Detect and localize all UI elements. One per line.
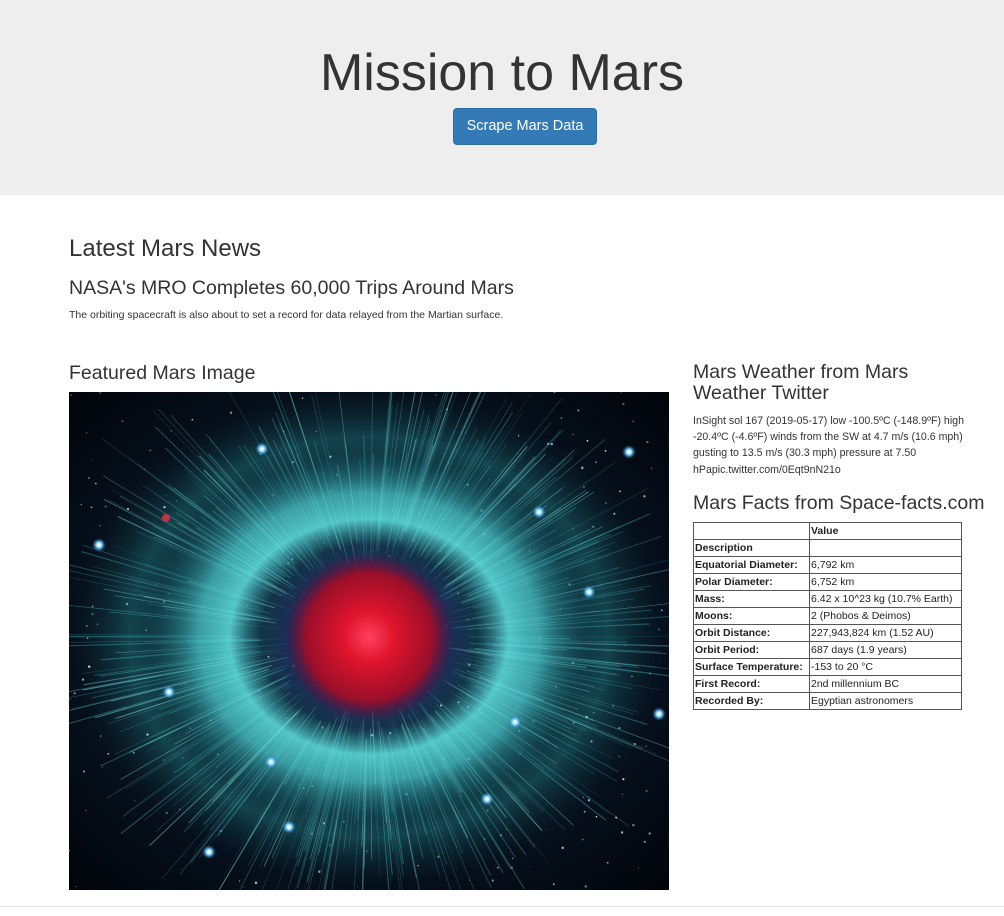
- featured-image[interactable]: [69, 392, 669, 890]
- column-header-value: Value: [809, 522, 962, 540]
- news-title: NASA's MRO Completes 60,000 Trips Around…: [69, 277, 514, 299]
- fact-label: Orbit Period:: [693, 641, 810, 659]
- table-row: Orbit Period: 687 days (1.9 years): [693, 641, 962, 659]
- helix-nebula-picture: [69, 392, 669, 890]
- fact-label: Mass:: [693, 590, 810, 608]
- column-header-label: [693, 522, 810, 540]
- fact-value: 2nd millennium BC: [809, 675, 962, 693]
- fact-label: Moons:: [693, 607, 810, 625]
- fact-label: Polar Diameter:: [693, 573, 810, 591]
- fact-value: -153 to 20 °C: [809, 658, 962, 676]
- fact-value: 6.42 x 10^23 kg (10.7% Earth): [809, 590, 962, 608]
- index-empty-cell: [809, 539, 962, 557]
- fact-label: First Record:: [693, 675, 810, 693]
- featured-image-heading: Featured Mars Image: [69, 362, 256, 384]
- fact-value: Egyptian astronomers: [809, 692, 962, 710]
- table-index-row: Description: [693, 539, 962, 557]
- table-row: Moons: 2 (Phobos & Deimos): [693, 607, 962, 625]
- table-row: First Record: 2nd millennium BC: [693, 675, 962, 693]
- facts-heading: Mars Facts from Space-facts.com: [693, 492, 985, 514]
- mars-facts-table: Value Description Equatorial Diameter: 6,…: [693, 522, 962, 710]
- fact-value: 227,943,824 km (1.52 AU): [809, 624, 962, 642]
- jumbotron: Mission to Mars Scrape Mars Data: [0, 0, 1004, 195]
- scrape-button[interactable]: Scrape Mars Data: [453, 108, 597, 145]
- fact-value: 687 days (1.9 years): [809, 641, 962, 659]
- table-row: Polar Diameter: 6,752 km: [693, 573, 962, 591]
- table-row: Orbit Distance: 227,943,824 km (1.52 AU): [693, 624, 962, 642]
- fact-label: Surface Temperature:: [693, 658, 810, 676]
- footer-divider: [0, 906, 1004, 907]
- news-teaser: The orbiting spacecraft is also about to…: [69, 309, 504, 321]
- weather-tweet: InSight sol 167 (2019-05-17) low -100.5º…: [693, 415, 964, 476]
- weather-heading: Mars Weather from Mars Weather Twitter: [693, 361, 909, 404]
- table-row: Surface Temperature: -153 to 20 °C: [693, 658, 962, 676]
- fact-value: 6,792 km: [809, 556, 962, 574]
- fact-value: 6,752 km: [809, 573, 962, 591]
- news-heading: Latest Mars News: [69, 235, 262, 262]
- table-header-row: Value: [693, 522, 962, 540]
- index-name: Description: [693, 539, 810, 557]
- table-row: Equatorial Diameter: 6,792 km: [693, 556, 962, 574]
- fact-label: Orbit Distance:: [693, 624, 810, 642]
- fact-value: 2 (Phobos & Deimos): [809, 607, 962, 625]
- fact-label: Equatorial Diameter:: [693, 556, 810, 574]
- table-row: Recorded By: Egyptian astronomers: [693, 692, 962, 710]
- table-row: Mass: 6.42 x 10^23 kg (10.7% Earth): [693, 590, 962, 608]
- fact-label: Recorded By:: [693, 692, 810, 710]
- page-title: Mission to Mars: [319, 44, 685, 102]
